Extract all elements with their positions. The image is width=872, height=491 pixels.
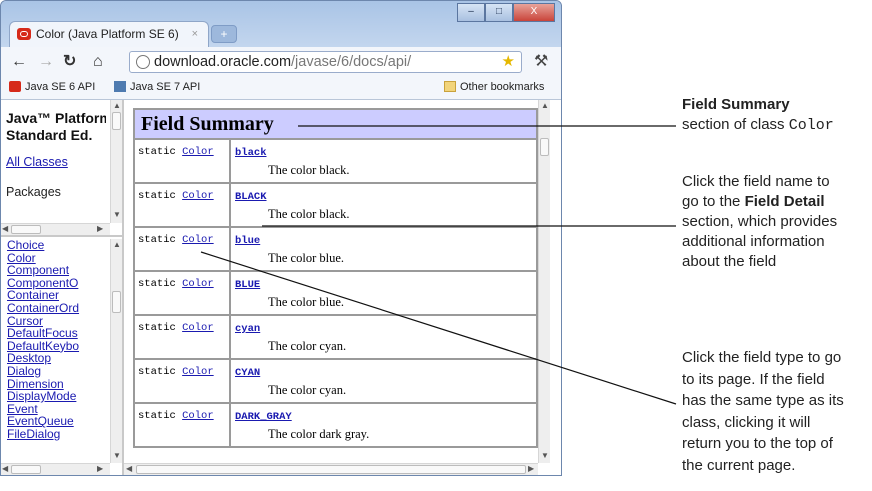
annotation-line: return you to the top of [682,435,833,452]
annotation-line: to its page. If the field [682,370,825,388]
annotation-field-name: Click the field name to go to the Field … [682,173,838,270]
annotation-line: has the same type as its [682,392,844,409]
annotation-line: class, clicking it will [682,413,811,431]
callout-line-field-type [200,251,677,405]
annotation-field-type: Click the field type to go to its page. I… [682,347,844,476]
annotation-field-summary: Field Summary section of class Color [682,96,834,134]
annotation-line: the current page. [682,456,796,474]
annotation-line: Click the field type to go [682,349,842,366]
